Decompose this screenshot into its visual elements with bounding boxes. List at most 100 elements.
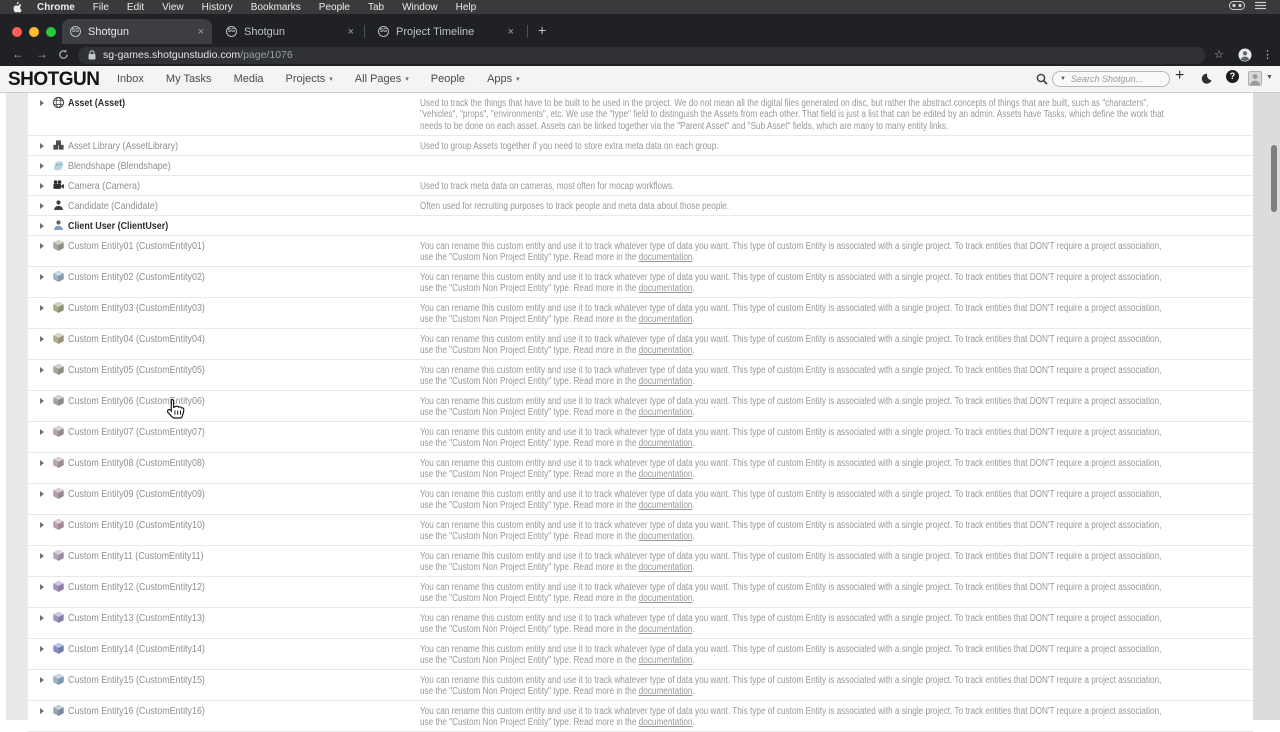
close-tab-icon[interactable]: × bbox=[508, 26, 514, 38]
url-bar[interactable]: sg-games.shotgunstudio.com/page/1076 bbox=[78, 47, 1205, 64]
table-row[interactable]: Custom Entity14 (CustomEntity14) You can… bbox=[28, 639, 1253, 670]
table-row[interactable]: Custom Entity10 (CustomEntity10) You can… bbox=[28, 515, 1253, 546]
table-row[interactable]: Custom Entity02 (CustomEntity02) You can… bbox=[28, 267, 1253, 298]
table-row[interactable]: Custom Entity01 (CustomEntity01) You can… bbox=[28, 236, 1253, 267]
menubar-item-history[interactable]: History bbox=[193, 2, 242, 13]
close-tab-icon[interactable]: × bbox=[348, 26, 354, 38]
table-row[interactable]: Candidate (Candidate) Often used for rec… bbox=[28, 196, 1253, 216]
table-row[interactable]: Custom Entity12 (CustomEntity12) You can… bbox=[28, 577, 1253, 608]
documentation-link[interactable]: documentation bbox=[639, 562, 693, 573]
apple-icon[interactable] bbox=[0, 1, 28, 13]
browser-tab[interactable]: SGProject Timeline× bbox=[370, 19, 522, 44]
table-row[interactable]: Custom Entity11 (CustomEntity11) You can… bbox=[28, 546, 1253, 577]
documentation-link[interactable]: documentation bbox=[639, 345, 693, 356]
browser-tab[interactable]: SGShotgun× bbox=[62, 19, 212, 44]
menubar-item-window[interactable]: Window bbox=[393, 2, 447, 13]
disclosure-triangle-icon[interactable] bbox=[40, 584, 44, 590]
documentation-link[interactable]: documentation bbox=[639, 655, 693, 666]
menubar-item-tab[interactable]: Tab bbox=[359, 2, 393, 13]
disclosure-triangle-icon[interactable] bbox=[40, 143, 44, 149]
browser-menu-icon[interactable]: ⋮ bbox=[1262, 48, 1273, 61]
documentation-link[interactable]: documentation bbox=[639, 314, 693, 325]
user-avatar[interactable] bbox=[1248, 71, 1262, 86]
close-tab-icon[interactable]: × bbox=[198, 26, 204, 38]
table-row[interactable]: Custom Entity07 (CustomEntity07) You can… bbox=[28, 422, 1253, 453]
nav-item-projects[interactable]: Projects▾ bbox=[275, 73, 344, 85]
menubar-item-file[interactable]: File bbox=[84, 2, 118, 13]
disclosure-triangle-icon[interactable] bbox=[40, 183, 44, 189]
disclosure-triangle-icon[interactable] bbox=[40, 553, 44, 559]
forward-button[interactable]: → bbox=[36, 47, 48, 61]
scrollbar-thumb[interactable] bbox=[1271, 145, 1277, 212]
table-row[interactable]: Custom Entity16 (CustomEntity16) You can… bbox=[28, 701, 1253, 732]
night-mode-moon-icon[interactable] bbox=[1200, 72, 1212, 90]
disclosure-triangle-icon[interactable] bbox=[40, 243, 44, 249]
chevron-down-icon[interactable]: ▼ bbox=[1060, 76, 1066, 82]
disclosure-triangle-icon[interactable] bbox=[40, 646, 44, 652]
notification-center-icon[interactable] bbox=[1255, 1, 1266, 13]
minimize-window-button[interactable] bbox=[29, 27, 39, 37]
documentation-link[interactable]: documentation bbox=[639, 469, 693, 480]
documentation-link[interactable]: documentation bbox=[639, 500, 693, 511]
documentation-link[interactable]: documentation bbox=[639, 686, 693, 697]
documentation-link[interactable]: documentation bbox=[639, 624, 693, 635]
table-row[interactable]: Custom Entity04 (CustomEntity04) You can… bbox=[28, 329, 1253, 360]
disclosure-triangle-icon[interactable] bbox=[40, 615, 44, 621]
browser-tab[interactable]: SGShotgun× bbox=[218, 19, 362, 44]
zoom-window-button[interactable] bbox=[46, 27, 56, 37]
nav-item-all-pages[interactable]: All Pages▾ bbox=[344, 73, 420, 85]
help-button[interactable]: ? bbox=[1226, 70, 1239, 83]
new-tab-button[interactable]: + bbox=[538, 22, 546, 38]
screen-record-indicator-icon[interactable] bbox=[1229, 1, 1245, 13]
menubar-item-people[interactable]: People bbox=[310, 2, 359, 13]
browser-profile-avatar[interactable] bbox=[1238, 48, 1252, 65]
bookmark-star-icon[interactable]: ☆ bbox=[1214, 48, 1224, 61]
disclosure-triangle-icon[interactable] bbox=[40, 398, 44, 404]
table-row[interactable]: Custom Entity06 (CustomEntity06) You can… bbox=[28, 391, 1253, 422]
table-row[interactable]: Camera (Camera) Used to track meta data … bbox=[28, 176, 1253, 196]
documentation-link[interactable]: documentation bbox=[639, 407, 693, 418]
close-window-button[interactable] bbox=[12, 27, 22, 37]
disclosure-triangle-icon[interactable] bbox=[40, 223, 44, 229]
global-search-input[interactable]: ▼ Search Shotgun... bbox=[1052, 71, 1170, 87]
disclosure-triangle-icon[interactable] bbox=[40, 367, 44, 373]
disclosure-triangle-icon[interactable] bbox=[40, 274, 44, 280]
menubar-item-view[interactable]: View bbox=[153, 2, 193, 13]
reload-button[interactable] bbox=[58, 49, 69, 63]
table-row[interactable]: Asset Library (AssetLibrary) Used to gro… bbox=[28, 136, 1253, 156]
documentation-link[interactable]: documentation bbox=[639, 531, 693, 542]
lock-icon[interactable] bbox=[88, 50, 96, 60]
table-row[interactable]: Custom Entity05 (CustomEntity05) You can… bbox=[28, 360, 1253, 391]
disclosure-triangle-icon[interactable] bbox=[40, 460, 44, 466]
table-row[interactable]: Client User (ClientUser) bbox=[28, 216, 1253, 236]
disclosure-triangle-icon[interactable] bbox=[40, 305, 44, 311]
documentation-link[interactable]: documentation bbox=[639, 438, 693, 449]
table-row[interactable]: Asset (Asset) Used to track the things t… bbox=[28, 93, 1253, 136]
add-button[interactable]: + bbox=[1175, 67, 1184, 85]
disclosure-triangle-icon[interactable] bbox=[40, 491, 44, 497]
disclosure-triangle-icon[interactable] bbox=[40, 429, 44, 435]
disclosure-triangle-icon[interactable] bbox=[40, 677, 44, 683]
table-row[interactable]: Custom Entity08 (CustomEntity08) You can… bbox=[28, 453, 1253, 484]
nav-item-my-tasks[interactable]: My Tasks bbox=[155, 73, 223, 85]
menubar-item-edit[interactable]: Edit bbox=[118, 2, 153, 13]
table-row[interactable]: Custom Entity13 (CustomEntity13) You can… bbox=[28, 608, 1253, 639]
documentation-link[interactable]: documentation bbox=[639, 593, 693, 604]
documentation-link[interactable]: documentation bbox=[639, 717, 693, 728]
back-button[interactable]: ← bbox=[12, 47, 24, 61]
documentation-link[interactable]: documentation bbox=[639, 376, 693, 387]
nav-item-people[interactable]: People bbox=[420, 73, 476, 85]
disclosure-triangle-icon[interactable] bbox=[40, 522, 44, 528]
disclosure-triangle-icon[interactable] bbox=[40, 100, 44, 106]
table-row[interactable]: Custom Entity09 (CustomEntity09) You can… bbox=[28, 484, 1253, 515]
disclosure-triangle-icon[interactable] bbox=[40, 203, 44, 209]
nav-item-inbox[interactable]: Inbox bbox=[106, 73, 155, 85]
nav-item-media[interactable]: Media bbox=[223, 73, 275, 85]
table-row[interactable]: Custom Entity15 (CustomEntity15) You can… bbox=[28, 670, 1253, 701]
shotgun-logo[interactable]: SHOTGUN bbox=[8, 69, 100, 91]
disclosure-triangle-icon[interactable] bbox=[40, 336, 44, 342]
menubar-item-chrome[interactable]: Chrome bbox=[28, 2, 84, 13]
menubar-item-help[interactable]: Help bbox=[447, 2, 486, 13]
table-row[interactable]: Custom Entity03 (CustomEntity03) You can… bbox=[28, 298, 1253, 329]
menubar-item-bookmarks[interactable]: Bookmarks bbox=[242, 2, 310, 13]
